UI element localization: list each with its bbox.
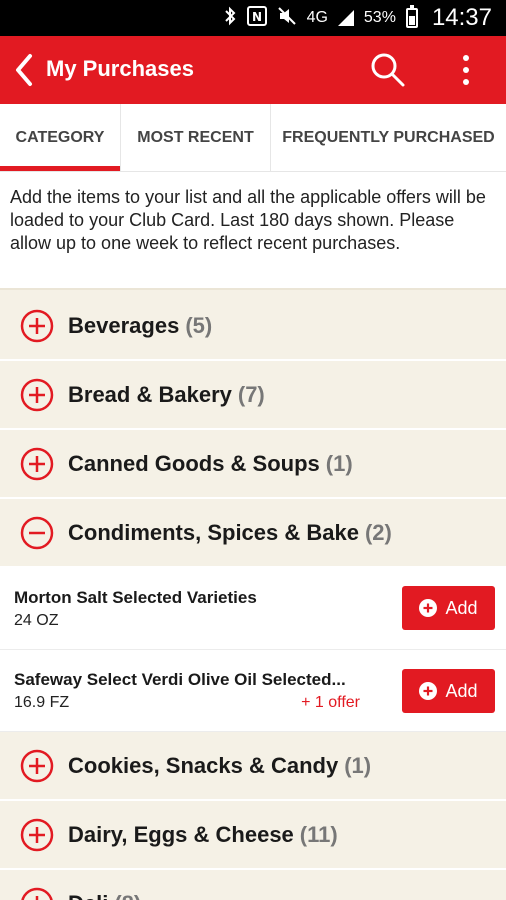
item-size: 24 OZ [14, 612, 59, 629]
category-name: Deli [68, 891, 108, 900]
category-list: Beverages (5) Bread & Bakery (7) Canned Go… [0, 292, 506, 900]
category-name: Canned Goods & Soups [68, 451, 320, 476]
tab-frequently-purchased[interactable]: FREQUENTLY PURCHASED [271, 104, 506, 171]
list-item: Safeway Select Verdi Olive Oil Selected.… [0, 650, 506, 732]
category-name: Dairy, Eggs & Cheese [68, 822, 294, 847]
add-button-label: Add [445, 597, 478, 618]
category-name: Beverages [68, 313, 180, 338]
category-row-condiments[interactable]: Condiments, Spices & Bake (2) [0, 499, 506, 568]
app-bar: My Purchases [0, 36, 506, 104]
expand-plus-icon[interactable] [20, 887, 54, 900]
page-title: My Purchases [46, 56, 194, 81]
category-row-dairy[interactable]: Dairy, Eggs & Cheese (11) [0, 801, 506, 870]
category-count: (2) [364, 520, 392, 545]
more-options-icon[interactable] [454, 50, 478, 90]
battery-icon [405, 5, 418, 28]
plus-circle-icon [419, 599, 438, 617]
battery-percent: 53% [363, 9, 396, 26]
expand-plus-icon[interactable] [20, 378, 54, 412]
tab-category[interactable]: CATEGORY [0, 104, 121, 171]
expand-plus-icon[interactable] [20, 818, 54, 852]
plus-circle-icon [419, 682, 438, 700]
tab-most-recent[interactable]: MOST RECENT [121, 104, 271, 171]
tab-bar: CATEGORY MOST RECENT FREQUENTLY PURCHASE… [0, 104, 506, 172]
network-type-label: 4G [306, 9, 328, 26]
category-row-canned-goods[interactable]: Canned Goods & Soups (1) [0, 430, 506, 499]
item-name: Morton Salt Selected Varieties [14, 588, 257, 607]
item-size: 16.9 FZ [14, 694, 70, 711]
category-label: Bread & Bakery (7) [68, 382, 265, 408]
category-count: (5) [185, 313, 213, 338]
svg-text:N: N [252, 10, 262, 24]
add-button[interactable]: Add [402, 669, 495, 713]
item-name: Safeway Select Verdi Olive Oil Selected.… [14, 670, 346, 689]
category-count: (11) [299, 822, 338, 847]
category-label: Canned Goods & Soups (1) [68, 451, 353, 477]
collapse-minus-icon[interactable] [20, 516, 54, 550]
status-bar: N 4G 53% 14:37 [0, 0, 506, 36]
category-name: Bread & Bakery [68, 382, 232, 407]
category-row-beverages[interactable]: Beverages (5) [0, 292, 506, 361]
category-label: Cookies, Snacks & Candy (1) [68, 753, 371, 779]
category-label: Condiments, Spices & Bake (2) [68, 520, 392, 546]
expand-plus-icon[interactable] [20, 749, 54, 783]
status-icons: N 4G 53% 14:37 [223, 0, 492, 36]
clock: 14:37 [431, 4, 492, 31]
add-button[interactable]: Add [402, 586, 495, 630]
expand-plus-icon[interactable] [20, 447, 54, 481]
category-count: (1) [325, 451, 353, 476]
signal-icon [337, 10, 354, 26]
offer-link[interactable]: + 1 offer [301, 694, 360, 712]
category-label: Dairy, Eggs & Cheese (11) [68, 822, 338, 848]
search-icon[interactable] [368, 50, 408, 90]
nfc-icon: N [246, 5, 267, 31]
category-label: Beverages (5) [68, 313, 212, 339]
list-item: Morton Salt Selected Varieties 24 OZ Add [0, 568, 506, 650]
category-name: Condiments, Spices & Bake [68, 520, 359, 545]
category-count: (8) [114, 891, 141, 900]
category-row-bread-bakery[interactable]: Bread & Bakery (7) [0, 361, 506, 430]
category-name: Cookies, Snacks & Candy [68, 753, 339, 778]
category-row-deli[interactable]: Deli (8) [0, 870, 506, 900]
back-icon[interactable] [10, 52, 38, 88]
category-count: (7) [237, 382, 265, 407]
info-notice: Add the items to your list and all the a… [0, 172, 506, 290]
bluetooth-icon [223, 6, 237, 31]
category-count: (1) [344, 753, 372, 778]
add-button-label: Add [445, 680, 478, 701]
mute-icon [277, 6, 297, 31]
expand-plus-icon[interactable] [20, 309, 54, 343]
category-row-cookies-snacks[interactable]: Cookies, Snacks & Candy (1) [0, 732, 506, 801]
category-label: Deli (8) [68, 891, 141, 900]
